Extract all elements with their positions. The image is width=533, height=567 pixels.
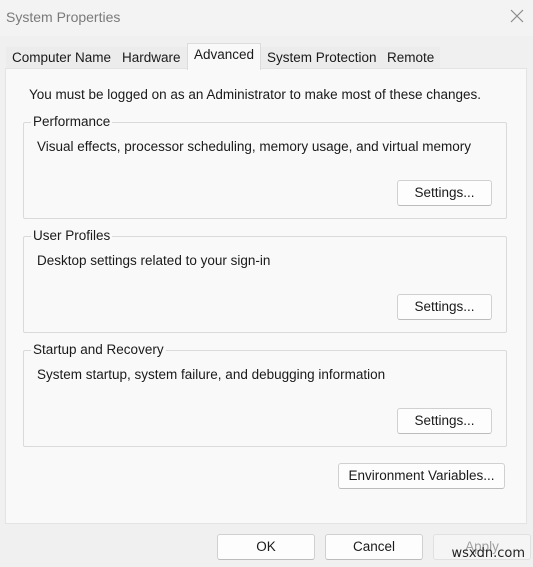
user-profiles-group: User Profiles Desktop settings related t… xyxy=(23,228,507,333)
tab-advanced[interactable]: Advanced xyxy=(187,43,262,70)
tab-computer-name[interactable]: Computer Name xyxy=(6,47,118,69)
startup-recovery-group-label: Startup and Recovery xyxy=(31,342,166,357)
user-profiles-description: Desktop settings related to your sign-in xyxy=(37,253,271,268)
startup-recovery-group: Startup and Recovery System startup, sys… xyxy=(23,342,507,447)
close-icon xyxy=(510,9,524,23)
user-profiles-settings-button[interactable]: Settings... xyxy=(397,294,492,320)
performance-group-label: Performance xyxy=(31,114,113,129)
performance-description: Visual effects, processor scheduling, me… xyxy=(37,139,471,154)
admin-note: You must be logged on as an Administrato… xyxy=(29,87,482,102)
performance-settings-button[interactable]: Settings... xyxy=(397,180,492,206)
tab-hardware[interactable]: Hardware xyxy=(116,47,187,69)
startup-recovery-description: System startup, system failure, and debu… xyxy=(37,367,386,382)
performance-group: Performance Visual effects, processor sc… xyxy=(23,114,507,219)
user-profiles-group-label: User Profiles xyxy=(31,228,113,243)
title-bar: System Properties xyxy=(0,0,533,36)
startup-recovery-settings-button[interactable]: Settings... xyxy=(397,408,492,434)
cancel-button[interactable]: Cancel xyxy=(325,534,423,560)
tab-system-protection[interactable]: System Protection xyxy=(261,47,383,69)
ok-button[interactable]: OK xyxy=(217,534,315,560)
advanced-tab-panel: You must be logged on as an Administrato… xyxy=(5,68,527,524)
tab-remote[interactable]: Remote xyxy=(381,47,441,69)
close-button[interactable] xyxy=(509,8,525,24)
environment-variables-button[interactable]: Environment Variables... xyxy=(338,463,505,489)
window-title: System Properties xyxy=(6,9,121,25)
watermark: wsxdn.com xyxy=(451,546,526,561)
